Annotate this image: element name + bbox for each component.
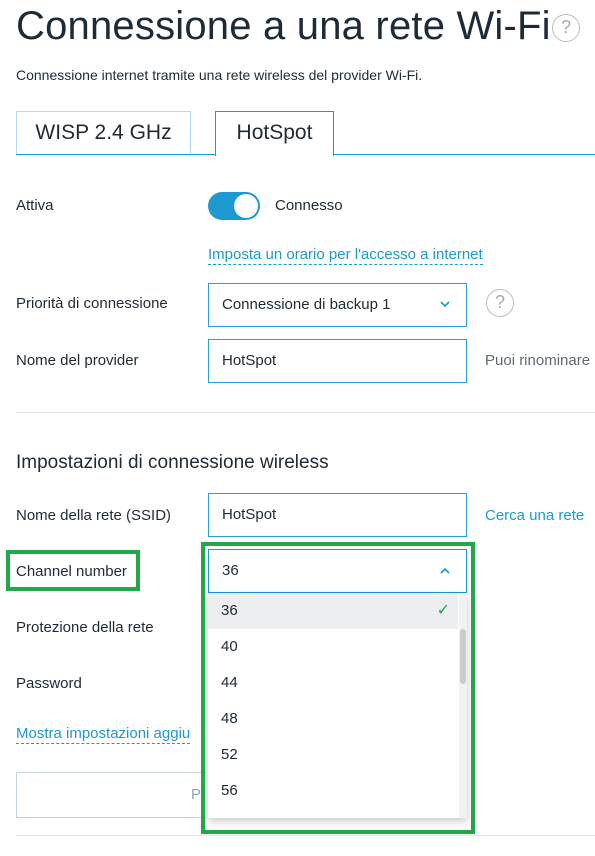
wireless-section-title: Impostazioni di connessione wireless bbox=[16, 452, 329, 473]
password-label: Password bbox=[16, 675, 82, 692]
bottom-divider bbox=[16, 835, 595, 836]
advanced-settings-link[interactable]: Mostra impostazioni aggiu bbox=[16, 725, 191, 744]
schedule-link[interactable]: Imposta un orario per l'accesso a intern… bbox=[208, 246, 483, 265]
priority-value: Connessione di backup 1 bbox=[222, 296, 391, 313]
priority-help-icon[interactable]: ? bbox=[486, 289, 514, 317]
channel-dropdown-highlight bbox=[201, 542, 475, 834]
ssid-label: Nome della rete (SSID) bbox=[16, 507, 172, 524]
ssid-value: HotSpot bbox=[222, 506, 277, 523]
active-label: Attiva bbox=[16, 197, 54, 214]
bottom-button[interactable] bbox=[16, 772, 206, 818]
active-toggle[interactable] bbox=[208, 192, 260, 220]
tab-wisp-2-4-ghz[interactable]: WISP 2.4 GHz bbox=[16, 111, 191, 154]
priority-label: Priorità di connessione bbox=[16, 295, 168, 312]
page-subtitle: Connessione internet tramite una rete wi… bbox=[16, 67, 423, 83]
search-network-link[interactable]: Cerca una rete bbox=[485, 507, 584, 524]
protection-label: Protezione della rete bbox=[16, 619, 154, 636]
priority-select[interactable]: Connessione di backup 1 bbox=[208, 283, 467, 327]
channel-label: Channel number bbox=[16, 563, 127, 580]
provider-label: Nome del provider bbox=[16, 352, 139, 369]
connection-status: Connesso bbox=[275, 197, 343, 214]
ssid-input[interactable]: HotSpot bbox=[208, 493, 467, 537]
provider-name-input[interactable]: HotSpot bbox=[208, 339, 467, 383]
bottom-button-label: P bbox=[191, 786, 202, 803]
provider-hint: Puoi rinominare bbox=[485, 352, 591, 369]
tab-hotspot[interactable]: HotSpot bbox=[215, 111, 334, 156]
page-title: Connessione a una rete Wi-Fi bbox=[16, 4, 551, 48]
section-divider bbox=[16, 412, 595, 413]
provider-name-value: HotSpot bbox=[222, 352, 277, 369]
chevron-down-icon bbox=[440, 301, 450, 308]
toggle-knob bbox=[234, 194, 258, 218]
help-icon[interactable]: ? bbox=[552, 14, 580, 42]
